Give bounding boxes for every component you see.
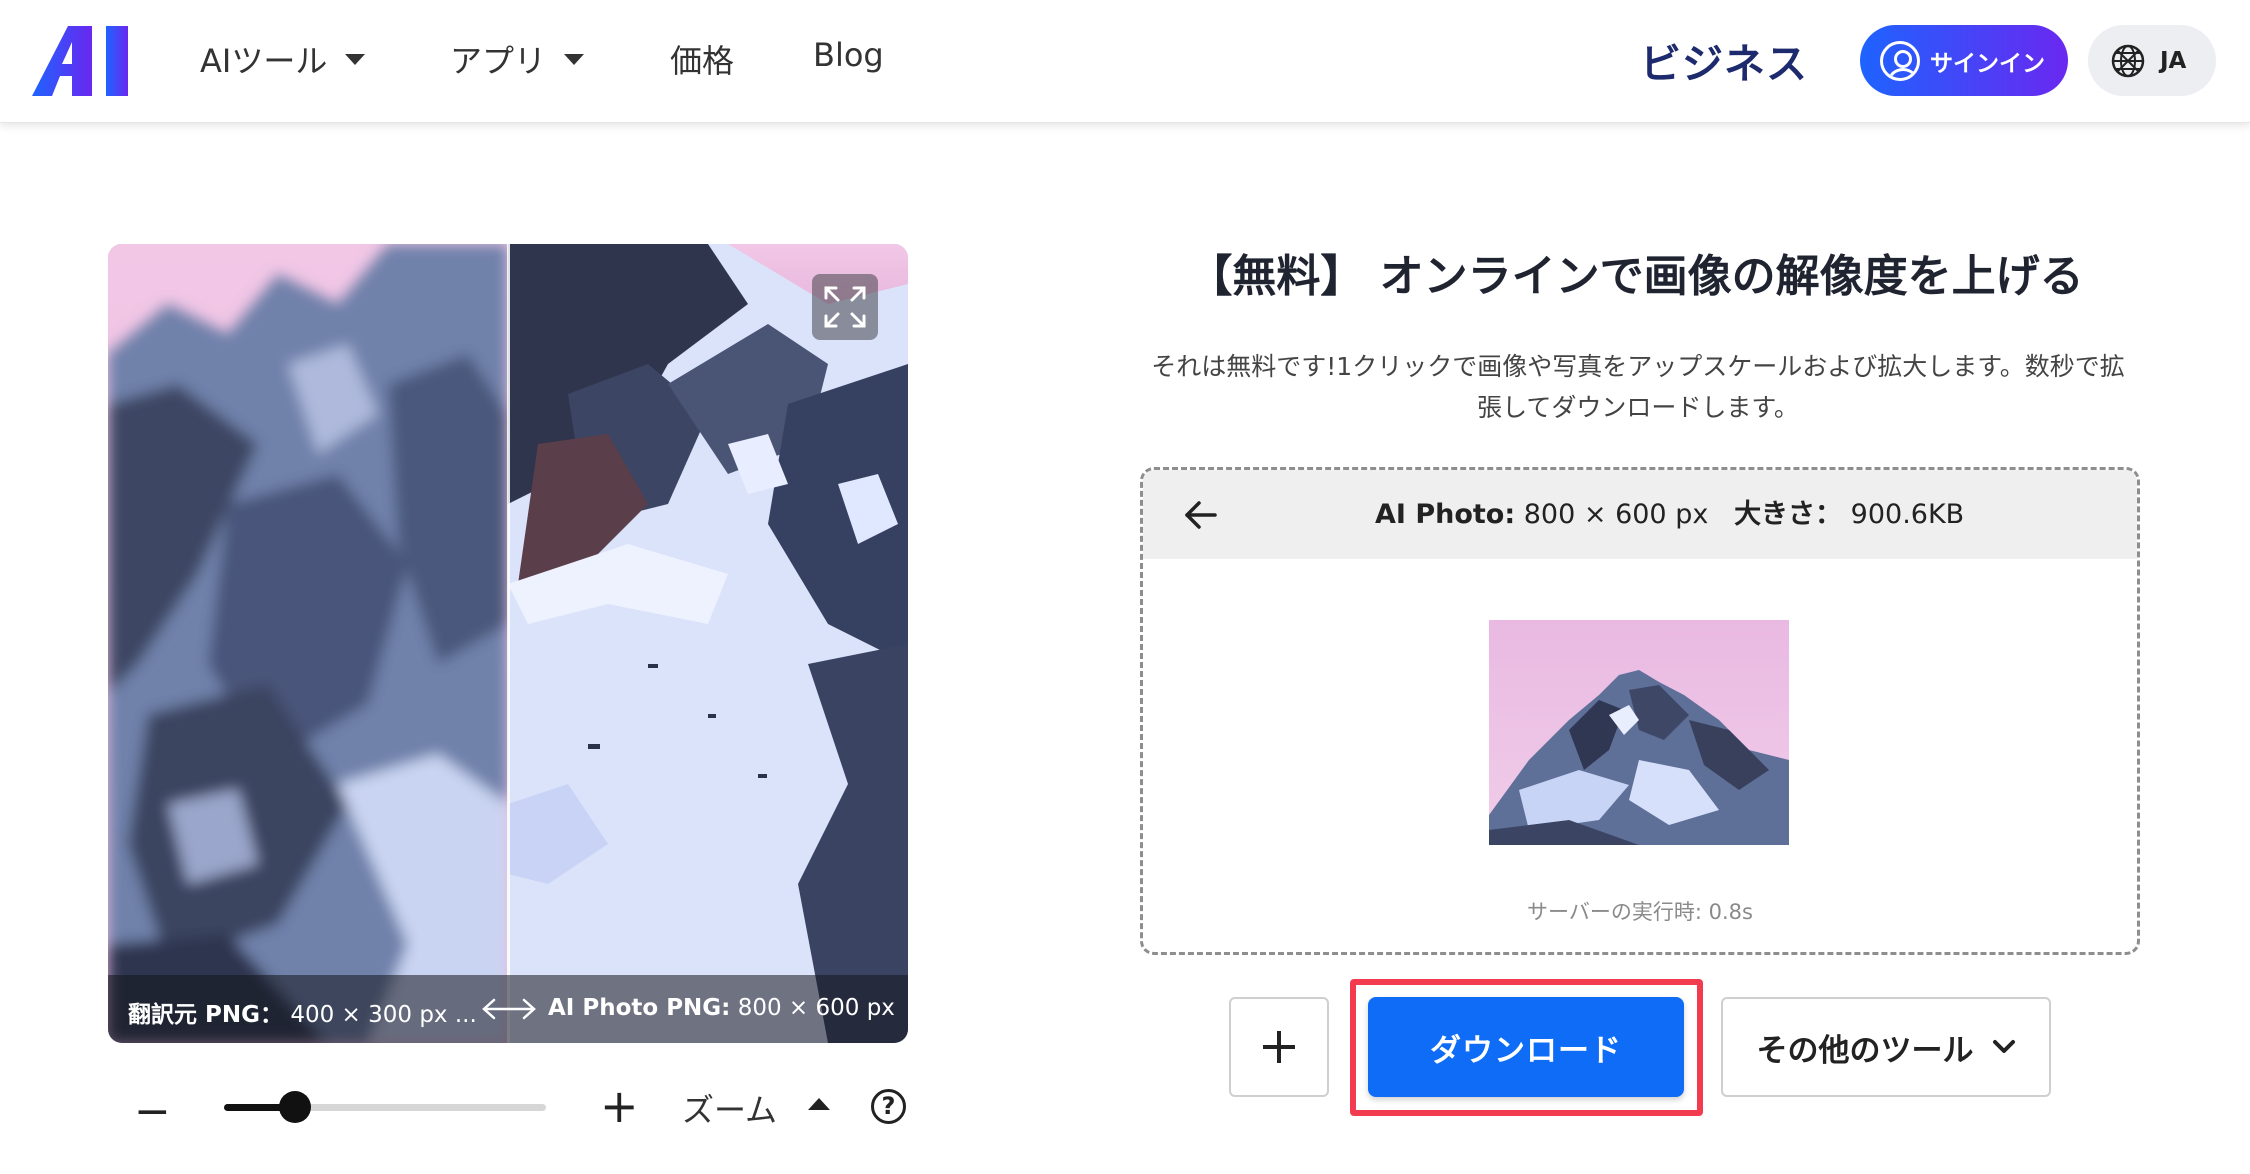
nav-blog-label: Blog [813, 36, 884, 74]
chevron-up-icon[interactable] [808, 1098, 830, 1110]
zoom-out-button[interactable]: − [134, 1090, 171, 1134]
result-file-size: 900.6KB [1850, 499, 1965, 530]
signin-button[interactable]: サインイン [1860, 25, 2068, 96]
result-size: 800 × 600 px [737, 995, 895, 1021]
nav-blog[interactable]: Blog [813, 36, 884, 74]
language-label: JA [2160, 47, 2187, 74]
language-selector[interactable]: JA [2088, 25, 2216, 96]
nav-apps[interactable]: アプリ [450, 36, 585, 82]
result-label: AI Photo PNG: [548, 995, 731, 1021]
original-size: 400 × 300 px ... [290, 1002, 477, 1028]
help-icon[interactable]: ? [871, 1089, 906, 1124]
original-label: 翻訳元 PNG： [128, 1002, 283, 1028]
plus-icon [1263, 1031, 1295, 1063]
chevron-down-icon [345, 53, 366, 65]
result-image-info: AI Photo PNG: 800 × 600 px ... [548, 995, 908, 1021]
other-tools-button[interactable]: その他のツール [1721, 997, 2051, 1097]
fullscreen-button[interactable] [812, 274, 878, 340]
page-title: 【無料】 オンラインで画像の解像度を上げる [1188, 251, 2084, 302]
nav-ai-tools-label: AIツール [200, 42, 328, 80]
image-info-bar: 翻訳元 PNG： 400 × 300 px ... AI Photo PNG: … [108, 975, 908, 1043]
result-header: AI Photo: 800 × 600 px 大きさ： 900.6KB [1143, 470, 2137, 559]
result-size-label: 大きさ： [1734, 499, 1843, 530]
zoom-label: ズーム [682, 1091, 778, 1129]
expand-icon [824, 286, 866, 328]
user-icon [1880, 40, 1920, 81]
nav-ai-tools[interactable]: AIツール [200, 36, 366, 82]
nav-pricing[interactable]: 価格 [670, 36, 734, 82]
nav-apps-label: アプリ [450, 42, 547, 80]
globe-icon [2111, 44, 2145, 77]
server-runtime: サーバーの実行時: 0.8s [1527, 900, 1753, 924]
chevron-down-icon [1992, 1040, 2015, 1053]
business-link[interactable]: ビジネス [1640, 30, 1808, 90]
result-thumbnail [1489, 620, 1789, 845]
nav-pricing-label: 価格 [670, 42, 735, 80]
result-name-label: AI Photo: [1375, 499, 1516, 530]
other-tools-label: その他のツール [1756, 1032, 1974, 1069]
result-dimensions: 800 × 600 px [1523, 499, 1709, 530]
chevron-down-icon [564, 53, 585, 65]
result-dropzone[interactable]: AI Photo: 800 × 600 px 大きさ： 900.6KB サーバー… [1140, 467, 2140, 955]
image-compare-viewer[interactable]: 翻訳元 PNG： 400 × 300 px ... AI Photo PNG: … [108, 244, 908, 1043]
compare-divider-handle[interactable] [507, 244, 510, 1043]
left-right-arrow-icon [482, 998, 536, 1020]
zoom-slider-handle[interactable] [278, 1091, 311, 1123]
download-button[interactable]: ダウンロード [1368, 997, 1684, 1097]
zoom-slider-track[interactable] [224, 1104, 546, 1111]
result-info: AI Photo: 800 × 600 px 大きさ： 900.6KB [1375, 470, 2075, 559]
back-arrow-icon[interactable] [1183, 498, 1219, 532]
original-image-info: 翻訳元 PNG： 400 × 300 px ... [128, 995, 477, 1029]
top-navigation-bar: AIツール アプリ 価格 Blog ビジネス サインイン JA [0, 0, 2250, 123]
signin-label: サインイン [1930, 50, 2045, 77]
ai-logo[interactable] [32, 26, 142, 96]
zoom-in-button[interactable]: + [600, 1083, 639, 1129]
add-image-button[interactable] [1229, 997, 1329, 1097]
page-description: それは無料です!1クリックで画像や写真をアップスケールおよび拡大します。数秒で拡… [1151, 352, 2125, 422]
